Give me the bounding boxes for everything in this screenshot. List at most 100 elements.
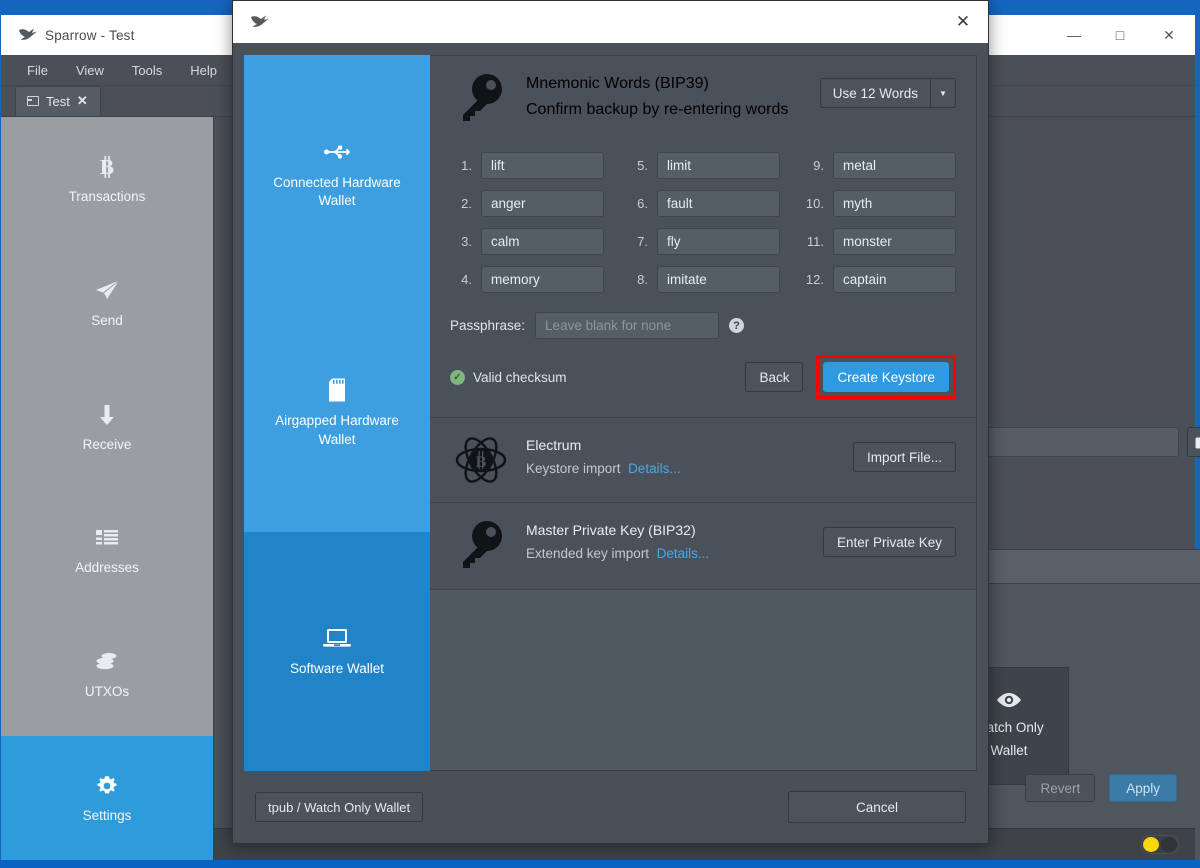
master-private-key-option[interactable]: Master Private Key (BIP32) Extended key … [430,503,976,590]
sidebar-item-utxos[interactable]: UTXOs [1,612,213,736]
word-cell: 9. metal [802,152,956,179]
wallet-type-software[interactable]: Software Wallet [244,532,430,772]
list-icon [95,525,119,551]
gear-icon [95,773,119,799]
word-number: 4. [461,272,472,287]
sidebar-item-addresses[interactable]: Addresses [1,488,213,612]
key-icon [450,519,512,573]
electrum-subtitle: Keystore import Details... [526,461,839,476]
word-input-3[interactable]: calm [481,228,604,255]
back-button[interactable]: Back [745,362,804,392]
word-input-4[interactable]: memory [481,266,604,293]
wallet-type-label: Software Wallet [289,661,385,677]
bip39-option: Mnemonic Words (BIP39) Confirm backup by… [430,56,976,418]
close-icon[interactable]: ✕ [77,93,88,109]
word-input-5[interactable]: limit [657,152,780,179]
sidebar-item-send[interactable]: Send [1,241,213,365]
dialog-titlebar: ✕ [233,1,988,43]
word-input-8[interactable]: imitate [657,266,780,293]
word-number: 2. [461,196,472,211]
cancel-button[interactable]: Cancel [788,791,966,823]
word-input-9[interactable]: metal [833,152,956,179]
bitcoin-icon: B [96,154,118,180]
sidebar-item-label: Receive [82,436,132,452]
svg-text:B: B [476,454,487,471]
close-button[interactable]: ✕ [1143,15,1195,55]
question-mark-icon[interactable]: ? [729,318,745,333]
word-count-button[interactable]: Use 12 Words [819,78,930,108]
word-input-1[interactable]: lift [481,152,604,179]
word-cell: 6. fault [626,190,780,217]
apply-button[interactable]: Apply [1109,774,1177,802]
word-input-6[interactable]: fault [657,190,780,217]
word-cell: 12. captain [802,266,956,293]
menu-item-help[interactable]: Help [178,59,229,82]
revert-button[interactable]: Revert [1025,774,1096,802]
sidebar-item-settings[interactable]: Settings [1,736,213,860]
dialog-footer: tpub / Watch Only Wallet Cancel [233,771,988,843]
electrum-option[interactable]: B Electrum Keystore import Details... Im… [430,418,976,503]
word-input-11[interactable]: monster [833,228,956,255]
create-keystore-highlight: Create Keystore [816,355,956,399]
coins-stack-icon [94,649,120,675]
laptop-icon [322,625,352,651]
maximize-button[interactable]: □ [1097,15,1143,55]
master-private-key-title: Master Private Key (BIP32) [526,522,696,538]
bip39-subtitle: Confirm backup by re-entering words [526,101,789,118]
electrum-title: Electrum [526,437,582,453]
word-input-10[interactable]: myth [833,190,956,217]
import-file-button[interactable]: Import File... [852,442,956,472]
menu-item-view[interactable]: View [64,59,116,82]
tab-label: Test [46,93,70,109]
word-input-2[interactable]: anger [481,190,604,217]
word-input-12[interactable]: captain [833,266,956,293]
create-keystore-button[interactable]: Create Keystore [823,362,949,392]
chevron-down-icon[interactable]: ▼ [930,78,956,108]
sidebar-item-receive[interactable]: Receive [1,365,213,489]
sparrow-bird-icon [243,14,277,30]
theme-toggle-dark-knob [1161,837,1177,852]
bip39-confirm-row: ✓ Valid checksum Back Create Keystore [430,339,976,417]
theme-toggle-light-knob [1143,837,1159,852]
passphrase-label: Passphrase: [450,318,526,333]
wallet-type-airgapped-hardware[interactable]: Airgapped Hardware Wallet [244,293,430,533]
word-cell: 10. myth [802,190,956,217]
word-input-7[interactable]: fly [657,228,780,255]
check-circle-icon: ✓ [450,369,465,385]
sparrow-bird-icon [11,27,45,43]
wallet-icon [27,96,39,106]
word-number: 11. [806,234,824,249]
wallet-type-label: Connected Hardware Wallet [273,174,401,208]
electrum-details-link[interactable]: Details... [628,461,681,476]
sidebar-item-label: Settings [82,808,132,824]
bip39-title: Mnemonic Words (BIP39) [526,75,709,92]
dialog-close-button[interactable]: ✕ [938,1,988,43]
wallet-card-line2: Wallet [990,743,1028,759]
wallet-type-sidebar: Connected Hardware Wallet Airgapped Hard… [244,55,430,772]
enter-private-key-button[interactable]: Enter Private Key [822,527,956,557]
word-cell: 3. calm [450,228,604,255]
menu-item-file[interactable]: File [15,59,60,82]
mnemonic-words-area: 1. lift 5. limit 9. metal 2. anger 6. fa… [430,140,976,295]
theme-toggle[interactable] [1141,835,1179,854]
passphrase-input[interactable]: Leave blank for none [535,312,720,339]
master-private-key-details-link[interactable]: Details... [657,546,710,561]
keystore-dialog: ✕ Connected Hardware Wallet Airgapped Ha… [232,0,989,844]
wallet-descriptor-button[interactable]: tpub / Watch Only Wallet [255,792,424,822]
sidebar-item-transactions[interactable]: B Transactions [1,117,213,241]
main-window-title: Sparrow - Test [45,27,135,43]
master-private-key-subtitle: Extended key import Details... [526,546,809,561]
master-private-key-subtitle-text: Extended key import [526,546,650,561]
tab-test[interactable]: Test ✕ [15,86,101,116]
word-number: 7. [637,234,648,249]
down-arrow-icon [97,402,117,428]
minimize-button[interactable]: — [1051,15,1097,55]
electrum-atom-icon: B [450,434,512,486]
camera-icon[interactable] [1187,427,1200,457]
electrum-action: Import File... [852,434,956,472]
sidebar-item-label: Transactions [68,188,146,204]
sidebar-item-label: Addresses [75,560,139,576]
menu-item-tools[interactable]: Tools [120,59,174,82]
wallet-type-connected-hardware[interactable]: Connected Hardware Wallet [244,55,430,294]
usb-icon [324,139,350,165]
